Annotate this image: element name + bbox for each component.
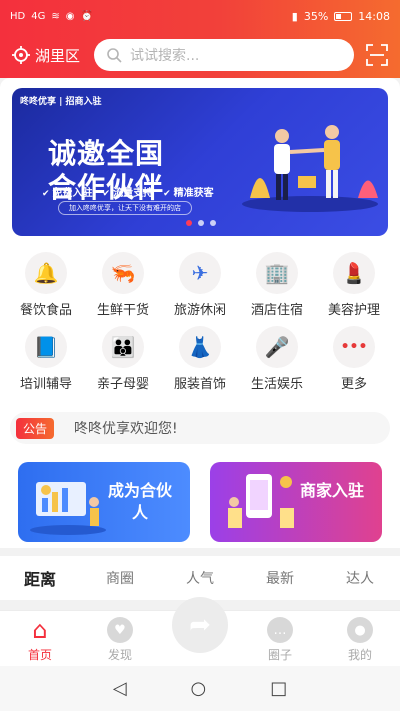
category-label: 生活娱乐 [250,377,303,392]
handshake-illustration [242,125,378,212]
search-icon [107,48,122,63]
status-right: ▮ 35% 14:08 [292,10,390,23]
share-button[interactable]: ➦ [172,597,228,653]
tab-newest[interactable]: 最新 [240,568,320,588]
user-icon: ● [347,617,373,643]
bottom-nav: ⌂ 首页 ♥ 发现 ➦ … 圈子 ● 我的 [0,597,400,666]
category-label: 生鲜干货 [96,303,149,318]
food-cloche-icon: 🔔 [25,252,67,294]
category-more[interactable]: ••• 更多 [314,326,394,396]
search-input[interactable]: 试试搜索... [94,39,354,71]
banner-tag: 咚咚优享 | 招商入驻 [20,97,102,107]
pagination-dot[interactable] [186,220,192,226]
merchant-label: 商家入驻 [300,481,365,500]
home-icon: ⌂ [32,616,48,644]
home-circle-icon[interactable]: ○ [191,678,207,699]
category-label: 餐饮食品 [19,303,72,318]
banner-feature: 流量支持 [103,184,153,199]
category-label: 旅游休闲 [173,303,226,318]
category-seafood[interactable]: 🦐 生鲜干货 [83,252,163,322]
location-selector[interactable]: 湖里区 [12,45,94,66]
alarm-icon: ⏰ [80,10,93,22]
banner-feature: 精准获客 [163,184,214,199]
category-label: 服装首饰 [173,377,226,392]
category-label: 亲子母婴 [96,377,149,392]
status-icons: HD 4G ≋ ◉ ⏰ [10,11,93,22]
tab-influencer[interactable]: 达人 [320,568,400,588]
nav-label: 我的 [347,648,372,662]
tab-popularity[interactable]: 人气 [160,568,240,588]
heart-icon: ♥ [107,617,133,643]
scan-icon[interactable] [366,44,388,66]
category-label: 更多 [340,377,367,392]
become-partner-card[interactable]: 成为合伙人 [18,462,190,542]
category-grid: 🔔 餐饮食品 🦐 生鲜干货 ✈ 旅游休闲 🏢 酒店住宿 💄 美容护理 📘 培训辅… [0,248,400,398]
system-nav-bar: ◁ ○ □ [0,666,400,711]
category-entertainment[interactable]: 🎤 生活娱乐 [237,326,317,396]
lipstick-icon: 💄 [333,252,375,294]
category-travel[interactable]: ✈ 旅游休闲 [160,252,240,322]
category-label: 美容护理 [327,303,380,318]
parent-child-icon: 👪 [102,326,144,368]
battery-percent: 35% [303,9,329,23]
more-dots-icon: ••• [333,326,375,368]
category-label: 酒店住宿 [250,303,303,318]
banner-features: 免费入驻 流量支持 精准获客 [42,184,214,199]
nav-home[interactable]: ⌂ 首页 [10,616,70,663]
share-arrow-icon: ➦ [189,610,211,640]
banner-slogan: 加入咚咚优享，让天下没有难开的店 [58,201,192,215]
hotel-icon: 🏢 [256,252,298,294]
status-bar: HD 4G ≋ ◉ ⏰ ▮ 35% 14:08 [0,0,400,32]
promo-banner[interactable]: 咚咚优享 | 招商入驻 诚邀全国 合作伙伴 免费入驻 流量支持 精准获客 加入咚… [12,88,388,236]
signal-icon: ▮ [291,9,298,23]
airplane-icon: ✈ [179,252,221,294]
category-food[interactable]: 🔔 餐饮食品 [6,252,86,322]
training-icon: 📘 [25,326,67,368]
location-label: 湖里区 [35,46,81,65]
category-label: 培训辅导 [19,377,72,392]
category-parenting[interactable]: 👪 亲子母婴 [83,326,163,396]
nav-circle[interactable]: … 圈子 [250,617,310,663]
dress-icon: 👗 [179,326,221,368]
announcement-badge: 公告 [16,417,55,439]
tab-distance[interactable]: 距离 [0,566,80,590]
clock: 14:08 [358,9,390,23]
battery-icon [334,11,353,21]
category-training[interactable]: 📘 培训辅导 [6,326,86,396]
back-icon[interactable]: ◁ [113,678,127,699]
eye-icon: ◉ [65,10,75,22]
nav-label: 首页 [27,648,52,662]
nav-label: 圈子 [267,648,292,662]
pagination-dot[interactable] [198,220,204,226]
tab-business-district[interactable]: 商圈 [80,568,160,588]
banner-pagination [186,220,216,226]
merchant-join-card[interactable]: 商家入驻 [210,462,382,542]
recents-icon[interactable]: □ [270,678,287,699]
category-hotel[interactable]: 🏢 酒店住宿 [237,252,317,322]
announcement-text: 咚咚优享欢迎您! [74,421,178,437]
announcement-bar[interactable]: 公告 咚咚优享欢迎您! [10,412,390,444]
partner-illustration [30,482,106,535]
banner-feature: 免费入驻 [42,184,93,199]
nav-discover[interactable]: ♥ 发现 [90,617,150,663]
category-clothing[interactable]: 👗 服装首饰 [160,326,240,396]
category-beauty[interactable]: 💄 美容护理 [314,252,394,322]
merchant-illustration [228,474,294,528]
location-target-icon [12,46,30,64]
partner-label: 成为合伙人 [108,481,173,522]
search-placeholder: 试试搜索... [130,48,200,64]
shrimp-icon: 🦐 [102,252,144,294]
nav-mine[interactable]: ● 我的 [330,617,390,663]
sort-tabs: 距离 商圈 人气 最新 达人 [0,556,400,600]
nav-label: 发现 [107,648,132,662]
hd-indicator: HD [10,10,26,22]
chat-bubble-icon: … [267,617,293,643]
wifi-icon: ≋ [51,10,60,22]
network-indicator: 4G [31,10,46,22]
microphone-icon: 🎤 [256,326,298,368]
app-header: 湖里区 试试搜索... [0,32,400,78]
pagination-dot[interactable] [210,220,216,226]
